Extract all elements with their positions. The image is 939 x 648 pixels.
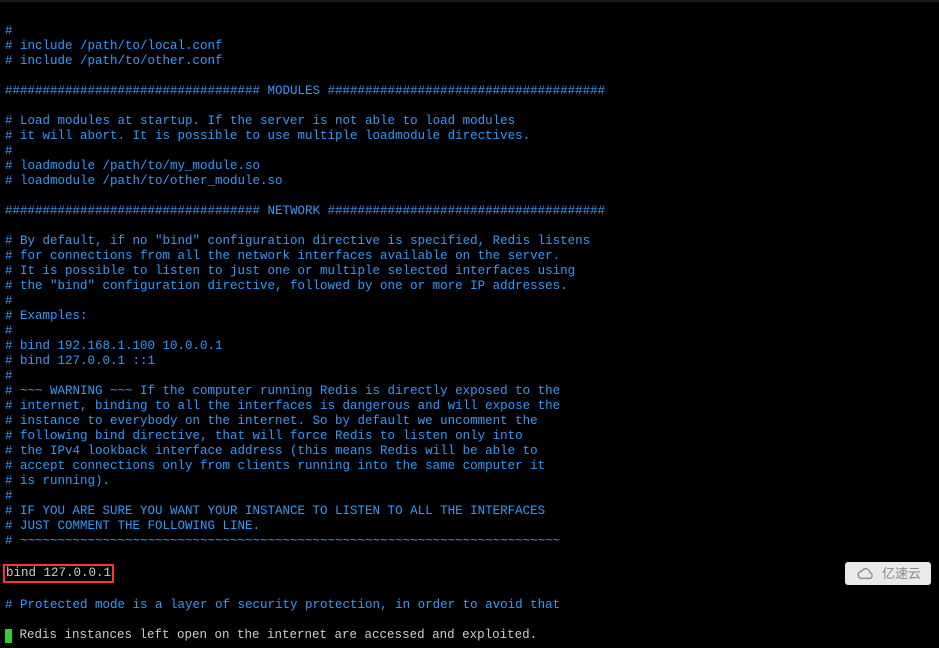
- config-line: #: [5, 369, 934, 384]
- config-line: # bind 192.168.1.100 10.0.0.1: [5, 339, 934, 354]
- watermark-badge: 亿速云: [845, 562, 931, 585]
- config-lines-block: ## include /path/to/local.conf# include …: [5, 24, 934, 549]
- config-line: # following bind directive, that will fo…: [5, 429, 934, 444]
- config-line: #: [5, 24, 934, 39]
- config-line: # the "bind" configuration directive, fo…: [5, 279, 934, 294]
- config-line: # internet, binding to all the interface…: [5, 399, 934, 414]
- config-line: # instance to everybody on the internet.…: [5, 414, 934, 429]
- config-line: # the IPv4 lookback interface address (t…: [5, 444, 934, 459]
- config-line: # Protected mode is a layer of security …: [5, 598, 934, 613]
- config-line: # bind 127.0.0.1 ::1: [5, 354, 934, 369]
- config-line: # include /path/to/local.conf: [5, 39, 934, 54]
- config-line: # accept connections only from clients r…: [5, 459, 934, 474]
- cloud-icon: [855, 567, 877, 581]
- config-line: ################################## NETWO…: [5, 204, 934, 219]
- config-line: # ~~~~~~~~~~~~~~~~~~~~~~~~~~~~~~~~~~~~~~…: [5, 534, 934, 549]
- config-line: # for connections from all the network i…: [5, 249, 934, 264]
- config-line: # it will abort. It is possible to use m…: [5, 129, 934, 144]
- config-line: ################################## MODUL…: [5, 84, 934, 99]
- config-line: #: [5, 144, 934, 159]
- config-line: [5, 219, 934, 234]
- config-line: # It is possible to listen to just one o…: [5, 264, 934, 279]
- window-top-rule: [0, 0, 939, 2]
- config-line: [5, 69, 934, 84]
- config-line: # is running).: [5, 474, 934, 489]
- config-line: # Examples:: [5, 309, 934, 324]
- config-line: #: [5, 489, 934, 504]
- config-line: #: [5, 324, 934, 339]
- config-lines-after: # Protected mode is a layer of security …: [5, 583, 934, 613]
- config-line: # ~~~ WARNING ~~~ If the computer runnin…: [5, 384, 934, 399]
- config-line: [5, 99, 934, 114]
- config-line: # JUST COMMENT THE FOLLOWING LINE.: [5, 519, 934, 534]
- terminal-viewport[interactable]: ## include /path/to/local.conf# include …: [0, 4, 939, 648]
- config-line: # IF YOU ARE SURE YOU WANT YOUR INSTANCE…: [5, 504, 934, 519]
- last-line: Redis instances left open on the interne…: [5, 628, 537, 642]
- config-line: # loadmodule /path/to/other_module.so: [5, 174, 934, 189]
- cursor: [5, 629, 12, 643]
- config-line: [5, 189, 934, 204]
- config-line: #: [5, 294, 934, 309]
- watermark-text: 亿速云: [882, 566, 921, 581]
- config-line: # By default, if no "bind" configuration…: [5, 234, 934, 249]
- config-line: # loadmodule /path/to/my_module.so: [5, 159, 934, 174]
- last-line-text: Redis instances left open on the interne…: [12, 628, 537, 642]
- bind-directive-highlight: bind 127.0.0.1: [3, 564, 114, 583]
- config-line: # include /path/to/other.conf: [5, 54, 934, 69]
- config-line: # Load modules at startup. If the server…: [5, 114, 934, 129]
